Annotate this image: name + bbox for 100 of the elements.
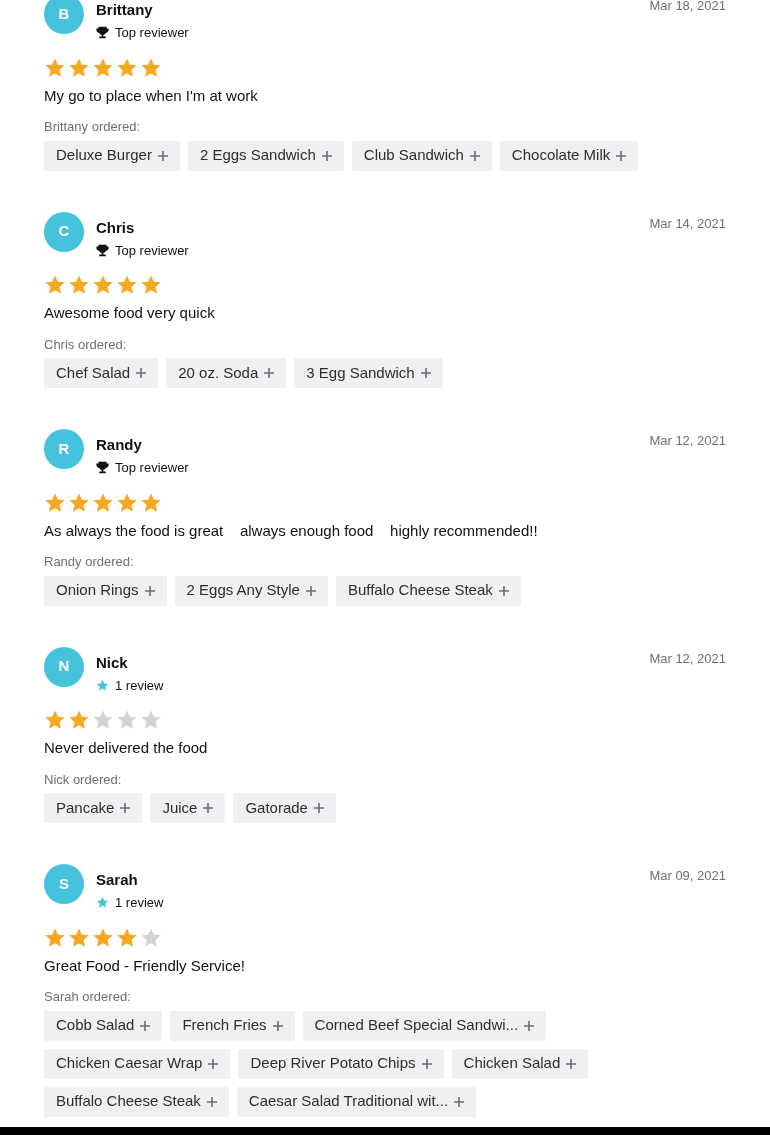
review-date: Mar 18, 2021 — [649, 0, 726, 15]
star-icon — [44, 926, 66, 949]
menu-item-chip[interactable]: 3 Egg Sandwich — [294, 358, 443, 388]
star-icon — [140, 274, 162, 296]
plus-icon — [203, 803, 214, 813]
plus-icon — [120, 803, 131, 813]
menu-item-chip[interactable]: Deluxe Burger — [44, 140, 180, 171]
plus-icon — [144, 585, 155, 596]
plus-icon — [566, 1058, 577, 1069]
star-icon — [68, 491, 90, 514]
reviewer-name: Chris — [96, 217, 135, 238]
star-icon — [116, 274, 138, 296]
menu-item-chip[interactable]: 20 oz. Soda — [166, 358, 287, 388]
menu-item-chip[interactable]: Caesar Salad Traditional wit... — [236, 1086, 477, 1117]
plus-icon — [420, 368, 431, 378]
reviewer-badge-label: 1 review — [115, 894, 164, 912]
reviewer-name: Randy — [96, 435, 142, 455]
review-text: Never delivered the food — [44, 738, 209, 758]
star-icon — [68, 926, 90, 949]
star-icon — [92, 491, 114, 514]
plus-icon — [616, 150, 627, 161]
reviewer-badge-label: Top reviewer — [115, 241, 189, 260]
review-date: Mar 09, 2021 — [649, 867, 726, 885]
menu-item-chip[interactable]: Chef Salad — [44, 358, 159, 388]
plus-icon — [157, 150, 168, 161]
reviewer-name: Sarah — [96, 870, 138, 890]
ordered-label: Sarah ordered: — [44, 988, 132, 1006]
trophy-icon — [96, 243, 109, 257]
star-icon — [116, 709, 138, 731]
star-icon — [116, 491, 138, 514]
review-text: Awesome food very quick — [44, 303, 216, 323]
avatar: N — [44, 646, 84, 687]
menu-item-chip[interactable]: Pancake — [44, 793, 143, 823]
star-icon — [92, 56, 114, 79]
plus-icon — [272, 1020, 283, 1031]
plus-icon — [524, 1020, 535, 1031]
review-date: Mar 14, 2021 — [649, 214, 726, 233]
star-icon — [92, 709, 114, 731]
star-icon — [68, 709, 90, 731]
star-icon — [96, 678, 109, 692]
star-icon — [92, 274, 114, 296]
plus-icon — [313, 803, 324, 813]
ordered-label: Nick ordered: — [44, 770, 123, 789]
menu-item-chip[interactable]: 2 Eggs Any Style — [174, 575, 328, 606]
star-icon — [44, 709, 66, 731]
menu-item-chip[interactable]: Chicken Salad — [451, 1048, 589, 1079]
menu-item-chip[interactable]: Corned Beef Special Sandwi... — [302, 1010, 547, 1041]
avatar: C — [44, 211, 84, 252]
star-icon — [68, 274, 90, 296]
review-text: Great Food - Friendly Service! — [44, 955, 246, 976]
menu-item-chip[interactable]: Chocolate Milk — [499, 140, 639, 171]
menu-item-chip[interactable]: Buffalo Cheese Steak — [44, 1086, 229, 1117]
menu-item-chip[interactable]: French Fries — [170, 1010, 295, 1041]
plus-icon — [469, 150, 480, 161]
star-icon — [68, 56, 90, 79]
plus-icon — [264, 368, 275, 378]
plus-icon — [305, 585, 316, 596]
reviewer-badge-label: 1 review — [115, 676, 164, 695]
review-date: Mar 12, 2021 — [649, 432, 726, 450]
menu-item-chip[interactable]: 2 Eggs Sandwich — [187, 140, 344, 171]
menu-item-chip[interactable]: Deep River Potato Chips — [238, 1048, 444, 1079]
plus-icon — [136, 368, 147, 378]
menu-item-chip[interactable]: Chicken Caesar Wrap — [44, 1048, 231, 1079]
plus-icon — [321, 150, 332, 161]
review-date: Mar 12, 2021 — [649, 649, 726, 668]
star-icon — [44, 274, 66, 296]
plus-icon — [421, 1058, 432, 1069]
menu-item-chip[interactable]: Buffalo Cheese Steak — [335, 575, 521, 606]
star-icon — [44, 491, 66, 514]
reviewer-name: Brittany — [96, 0, 153, 20]
plus-icon — [454, 1096, 465, 1107]
menu-item-chip[interactable]: Onion Rings — [44, 575, 167, 606]
ordered-label: Chris ordered: — [44, 335, 128, 354]
ordered-label: Brittany ordered: — [44, 118, 142, 136]
menu-item-chip[interactable]: Cobb Salad — [44, 1010, 163, 1041]
reviewer-badge-label: Top reviewer — [115, 459, 189, 477]
star-icon — [140, 491, 162, 514]
star-icon — [96, 896, 109, 910]
plus-icon — [498, 585, 509, 596]
menu-item-chip[interactable]: Juice — [150, 793, 226, 823]
trophy-icon — [96, 26, 109, 40]
trophy-icon — [96, 461, 109, 475]
plus-icon — [208, 1058, 219, 1069]
star-icon — [92, 926, 114, 949]
menu-item-chip[interactable]: Gatorade — [233, 793, 336, 823]
star-icon — [140, 709, 162, 731]
avatar: R — [44, 429, 84, 469]
review-text: My go to place when I'm at work — [44, 85, 259, 106]
star-icon — [116, 926, 138, 949]
reviewer-name: Nick — [96, 652, 128, 673]
star-icon — [44, 56, 66, 79]
ordered-label: Randy ordered: — [44, 553, 135, 571]
review-text: As always the food is great always enough food highly recommended!! — [44, 520, 539, 541]
plus-icon — [206, 1096, 217, 1107]
avatar: S — [44, 864, 84, 904]
star-icon — [140, 56, 162, 79]
plus-icon — [140, 1020, 151, 1031]
star-icon — [140, 926, 162, 949]
menu-item-chip[interactable]: Club Sandwich — [351, 140, 492, 171]
reviewer-badge-label: Top reviewer — [115, 24, 189, 42]
